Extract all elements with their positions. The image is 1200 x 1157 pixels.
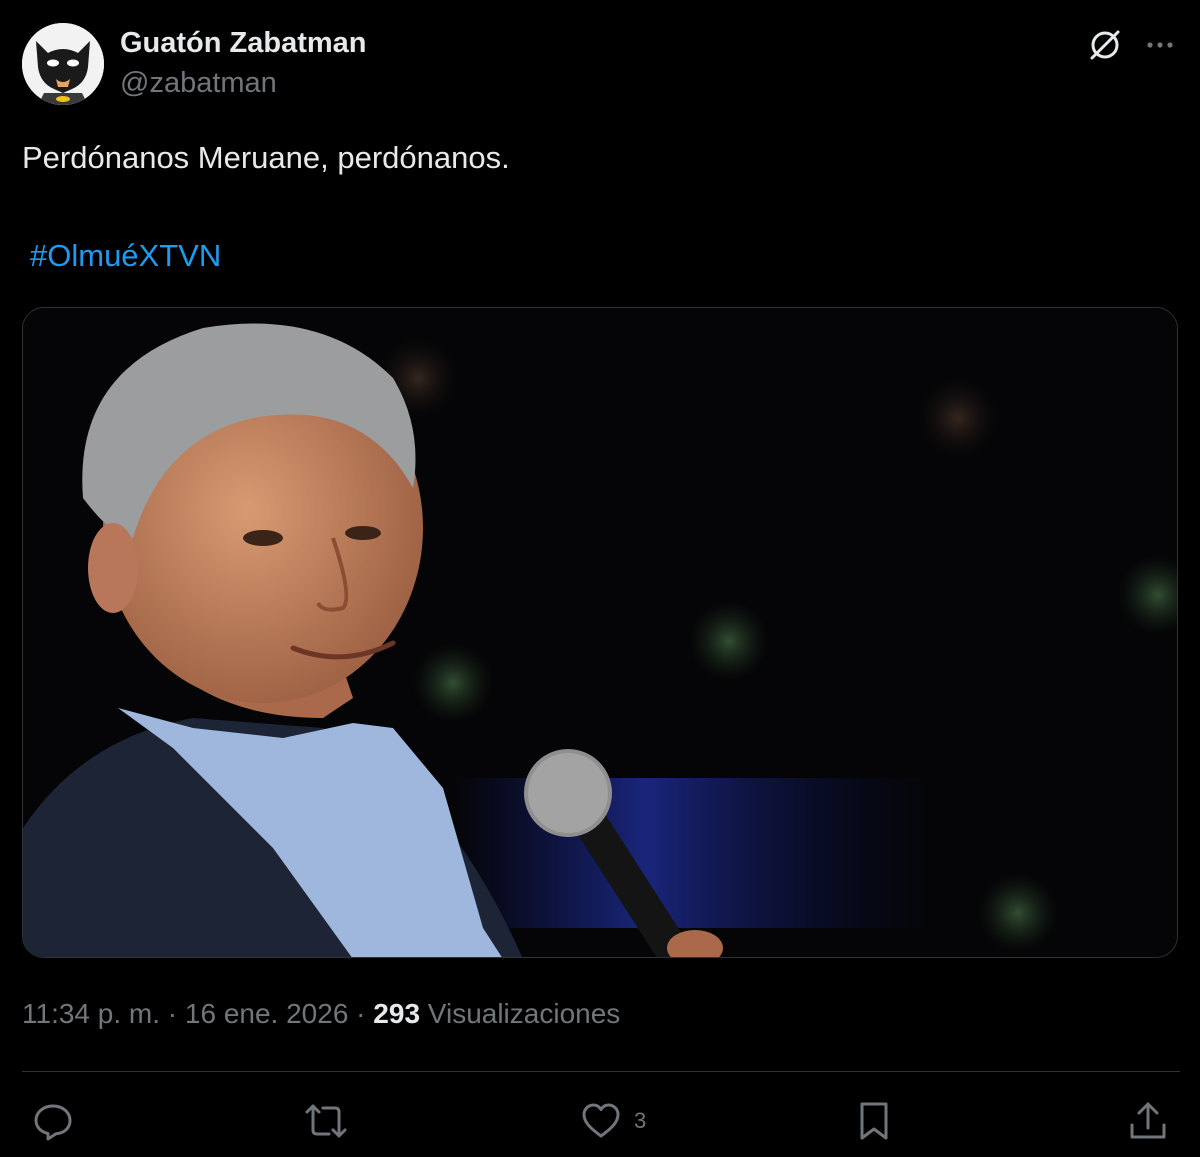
reply-button[interactable]	[32, 1098, 74, 1144]
more-icon[interactable]	[1142, 31, 1178, 59]
author-handle[interactable]: @zabatman	[120, 67, 277, 100]
tweet-time[interactable]: 11:34 p. m.	[22, 998, 160, 1029]
repost-button[interactable]	[303, 1098, 349, 1144]
share-button[interactable]	[1127, 1098, 1169, 1144]
like-button[interactable]: 3	[580, 1098, 646, 1144]
hashtag-link[interactable]: #OlmuéXTVN	[30, 238, 221, 274]
tweet-meta: 11:34 p. m. · 16 ene. 2026 · 293 Visuali…	[22, 998, 620, 1030]
views-label: Visualizaciones	[427, 998, 621, 1029]
views-count: 293	[373, 998, 421, 1029]
share-icon	[1130, 1102, 1166, 1139]
author-name[interactable]: Guatón Zabatman	[120, 27, 367, 60]
batman-mask-avatar-icon	[22, 23, 104, 105]
meta-separator: ·	[348, 998, 374, 1029]
grok-icon[interactable]	[1086, 26, 1124, 64]
tweet-photo[interactable]	[22, 307, 1178, 958]
repost-icon	[305, 1104, 347, 1138]
heart-icon	[582, 1103, 620, 1138]
bookmark-icon	[860, 1102, 888, 1140]
avatar[interactable]	[22, 23, 104, 105]
tweet-text: Perdónanos Meruane, perdónanos.	[22, 140, 510, 175]
meta-separator: ·	[160, 998, 185, 1029]
tweet-date[interactable]: 16 ene. 2026	[185, 998, 349, 1029]
reply-icon	[34, 1104, 72, 1141]
bookmark-button[interactable]	[855, 1098, 893, 1144]
divider	[22, 1071, 1180, 1072]
photo-illustration	[23, 308, 1177, 957]
like-count: 3	[634, 1108, 647, 1133]
